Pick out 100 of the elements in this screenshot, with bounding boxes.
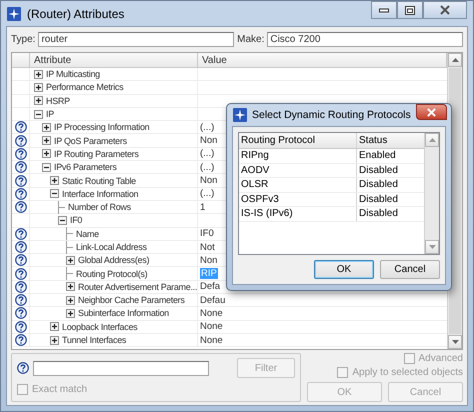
help-icon[interactable] (14, 228, 26, 240)
dialog-icon (233, 108, 247, 122)
expand-icon[interactable] (66, 296, 75, 305)
attribute-value[interactable]: IF0 (200, 228, 214, 240)
expand-icon[interactable] (34, 82, 43, 92)
scroll-down-button[interactable] (425, 240, 439, 254)
close-button[interactable] (416, 104, 447, 120)
attribute-name: Number of Rows (68, 202, 131, 212)
expand-icon[interactable] (66, 282, 75, 292)
column-header[interactable]: Routing Protocol (239, 133, 357, 148)
table-row[interactable]: Neighbor Cache Parameters Defau (12, 294, 447, 308)
protocol-name[interactable]: AODV (241, 164, 270, 176)
collapse-icon[interactable] (42, 162, 51, 172)
attribute-name: IF0 (70, 215, 82, 226)
expand-icon[interactable] (50, 322, 59, 332)
tree-connector (66, 267, 73, 280)
attribute-name: Static Routing Table (62, 176, 136, 186)
scroll-up-button[interactable] (448, 53, 462, 67)
column-header[interactable]: Status (357, 133, 424, 148)
attribute-value[interactable]: 1 (200, 202, 206, 213)
scroll-up-button[interactable] (425, 133, 439, 147)
help-icon[interactable] (14, 201, 26, 214)
help-icon[interactable] (14, 174, 26, 187)
attribute-value[interactable]: Non (200, 254, 218, 266)
minimize-icon (379, 7, 389, 13)
help-icon[interactable] (14, 241, 26, 253)
scrollbar[interactable] (424, 133, 439, 254)
table-row[interactable]: Tunnel Interfaces None (12, 334, 447, 348)
attribute-name: Interface Information (62, 188, 138, 199)
attribute-name: HSRP (46, 96, 70, 106)
cancel-button[interactable]: Cancel (380, 260, 440, 279)
help-icon[interactable] (14, 121, 26, 134)
table-row[interactable]: IP Multicasting (12, 68, 447, 82)
collapse-icon[interactable] (50, 189, 59, 198)
ok-button[interactable]: OK (314, 260, 374, 279)
protocol-status[interactable]: Enabled (359, 150, 396, 162)
attribute-value[interactable]: (...) (200, 122, 214, 133)
attribute-value[interactable]: (...) (200, 188, 214, 200)
attribute-value[interactable]: Defau (200, 294, 226, 306)
expand-icon[interactable] (34, 96, 43, 106)
expand-icon[interactable] (66, 308, 75, 318)
scroll-down-button[interactable] (448, 335, 462, 349)
help-icon[interactable] (14, 254, 26, 266)
attribute-value[interactable]: (...) (200, 162, 214, 173)
collapse-icon[interactable] (58, 216, 67, 225)
help-icon[interactable] (14, 161, 26, 174)
protocol-status[interactable]: Disabled (359, 208, 398, 220)
expand-icon[interactable] (42, 149, 51, 158)
expand-icon[interactable] (42, 136, 51, 146)
attribute-name: Router Advertisement Parame... (78, 282, 198, 292)
expand-icon[interactable] (50, 176, 59, 186)
expand-icon[interactable] (66, 256, 75, 265)
help-icon[interactable] (14, 280, 26, 293)
help-icon[interactable] (14, 134, 26, 147)
attribute-name: Global Address(es) (78, 255, 150, 266)
up-arrow-icon (428, 138, 436, 142)
attribute-value[interactable]: Non (200, 135, 218, 146)
filter-field[interactable] (33, 360, 209, 376)
attribute-value[interactable]: Defa (200, 281, 220, 292)
down-arrow-icon (452, 340, 458, 344)
expand-icon[interactable] (50, 336, 59, 345)
tree-connector (58, 200, 65, 214)
help-icon[interactable] (14, 320, 26, 333)
protocol-status[interactable]: Disabled (359, 194, 398, 205)
attribute-value[interactable]: Not (200, 242, 215, 252)
attribute-name: IP Routing Parameters (54, 148, 139, 159)
attribute-value[interactable]: None (200, 308, 223, 319)
maximize-button[interactable] (397, 1, 423, 19)
protocol-name[interactable]: OLSR (241, 179, 268, 190)
help-icon[interactable] (14, 148, 26, 160)
attribute-name: IP (46, 109, 54, 120)
protocol-status[interactable]: Disabled (359, 179, 398, 190)
attribute-value[interactable]: None (200, 321, 223, 332)
expand-icon[interactable] (34, 70, 43, 79)
protocol-name[interactable]: IS-IS (IPv6) (241, 208, 293, 220)
attribute-name: Subinterface Information (78, 308, 169, 318)
down-arrow-icon (428, 245, 436, 249)
help-icon[interactable] (14, 334, 26, 346)
expand-icon[interactable] (42, 122, 51, 132)
help-icon[interactable] (14, 294, 26, 306)
column-header[interactable]: Attribute (30, 53, 198, 67)
table-row[interactable]: Loopback Interfaces None (12, 320, 447, 334)
help-icon[interactable] (14, 268, 26, 280)
minimize-button[interactable] (371, 1, 397, 19)
help-icon[interactable] (14, 188, 26, 200)
attribute-value[interactable]: Non (200, 175, 218, 186)
make-field[interactable]: Cisco 7200 (267, 32, 464, 47)
table-row[interactable]: Subinterface Information None (12, 307, 447, 321)
close-button[interactable] (423, 1, 467, 19)
protocol-name[interactable]: RIPng (241, 150, 269, 162)
protocol-status[interactable]: Disabled (359, 164, 398, 176)
table-row[interactable]: Performance Metrics (12, 81, 447, 95)
collapse-icon[interactable] (34, 110, 43, 119)
protocol-name[interactable]: OSPFv3 (241, 194, 279, 205)
type-field[interactable]: router (38, 32, 234, 47)
attribute-value[interactable]: (...) (200, 148, 214, 160)
help-icon[interactable] (14, 307, 26, 320)
attribute-name: IP Processing Information (54, 122, 150, 132)
help-icon[interactable] (17, 362, 29, 374)
attribute-value[interactable]: None (200, 334, 223, 346)
